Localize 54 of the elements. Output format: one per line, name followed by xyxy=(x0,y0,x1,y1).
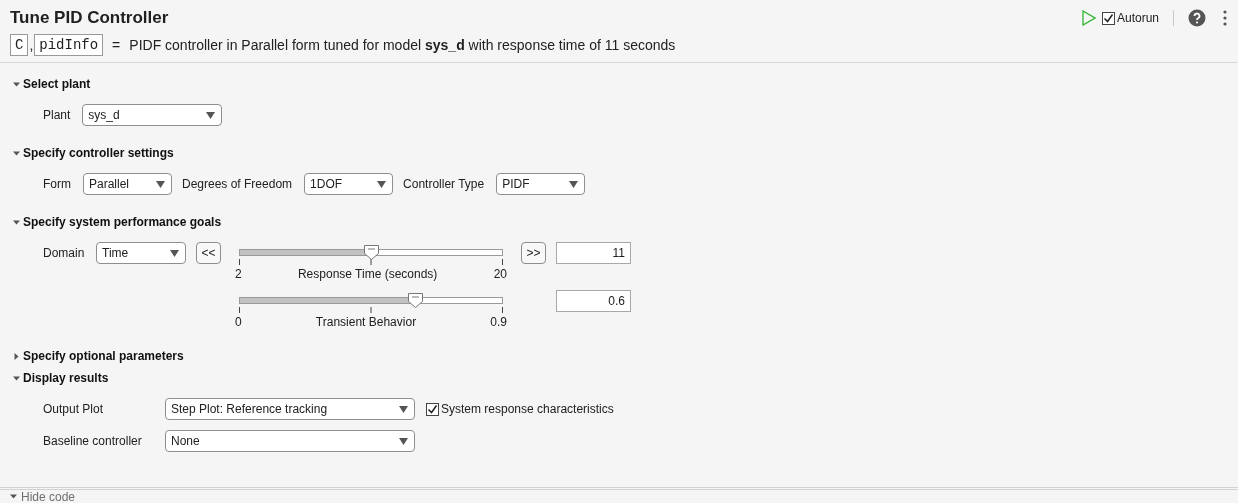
page-title: Tune PID Controller xyxy=(10,8,169,28)
comma: , xyxy=(29,37,34,53)
decrease-button[interactable]: << xyxy=(196,242,221,264)
dropdown-caret-icon xyxy=(399,437,408,445)
output-variable: C xyxy=(10,34,29,56)
dropdown-caret-icon xyxy=(170,249,179,257)
help-icon[interactable] xyxy=(1188,9,1206,27)
field-label: Plant xyxy=(43,108,71,122)
section-header[interactable]: Select plant xyxy=(0,74,91,94)
checkbox-label: System response characteristics xyxy=(441,402,614,416)
section-header[interactable]: Display results xyxy=(0,368,109,388)
checkbox[interactable] xyxy=(426,402,439,416)
dropdown[interactable]: PIDF xyxy=(496,173,586,195)
dropdown-caret-icon xyxy=(206,111,216,119)
field-label: Output Plot xyxy=(43,402,105,416)
equals-sign: = xyxy=(112,37,121,53)
autorun-checkbox[interactable] xyxy=(1101,11,1115,25)
dropdown-caret-icon xyxy=(569,180,579,188)
slider-thumb[interactable] xyxy=(364,245,379,260)
field-label: Degrees of Freedom xyxy=(182,177,293,191)
slider-caption: Response Time (seconds) xyxy=(297,267,438,281)
value-field[interactable]: 11 xyxy=(556,242,631,264)
slider-min-label: 2 xyxy=(235,267,242,281)
slider-thumb[interactable] xyxy=(407,293,423,308)
section-header[interactable]: Specify system performance goals xyxy=(0,212,222,232)
dropdown[interactable]: None xyxy=(165,430,415,452)
dropdown[interactable]: Time xyxy=(96,242,186,264)
slider-min-label: 0 xyxy=(235,315,242,329)
autorun-label: Autorun xyxy=(1116,11,1159,25)
field-label: Form xyxy=(43,177,71,191)
value-field[interactable]: 0.6 xyxy=(556,290,631,312)
dropdown-caret-icon xyxy=(156,180,165,188)
dropdown[interactable]: Step Plot: Reference tracking xyxy=(165,398,415,420)
dropdown-caret-icon xyxy=(377,180,387,188)
collapsed-caret-icon xyxy=(12,351,21,361)
run-icon[interactable] xyxy=(1081,10,1096,26)
slider-max-label: 0.9 xyxy=(490,315,507,329)
summary-text: PIDF controller in Parallel form tuned for model sys_d with response time of 11 seconds xyxy=(129,37,676,53)
output-variable: pidInfo xyxy=(34,34,104,56)
dropdown[interactable]: Parallel xyxy=(83,173,172,195)
section-header[interactable]: Specify controller settings xyxy=(0,143,174,163)
more-icon[interactable] xyxy=(1222,10,1228,26)
field-label: Domain xyxy=(43,245,86,262)
dropdown-caret-icon xyxy=(399,405,408,413)
field-label: Controller Type xyxy=(403,177,485,191)
hide-code-toggle[interactable]: Hide code xyxy=(0,489,76,503)
slider-max-label: 20 xyxy=(493,267,507,281)
section-header[interactable]: Specify optional parameters xyxy=(0,346,184,366)
dropdown[interactable]: sys_d xyxy=(82,104,223,126)
expanded-caret-icon xyxy=(9,492,18,501)
increase-button[interactable]: >> xyxy=(521,242,546,264)
slider-caption: Transient Behavior xyxy=(315,315,417,329)
field-label: Baseline controller xyxy=(43,434,143,448)
dropdown[interactable]: 1DOF xyxy=(304,173,394,195)
